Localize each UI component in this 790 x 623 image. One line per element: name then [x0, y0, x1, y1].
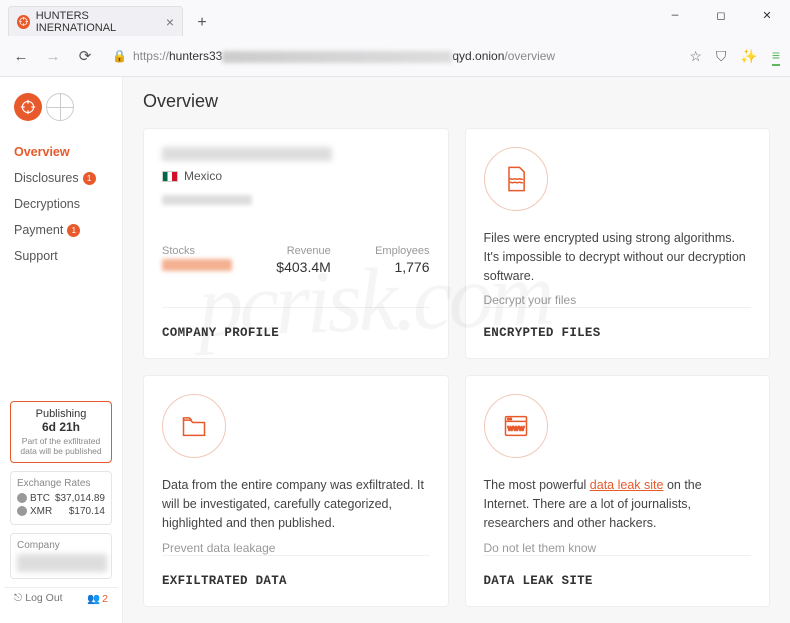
new-tab-button[interactable]: + [189, 10, 215, 36]
logo-row [0, 87, 122, 139]
folder-icon [162, 394, 226, 458]
maximize-button[interactable]: ◻ [698, 0, 744, 32]
exfiltrated-sub: Prevent data leakage [162, 541, 430, 555]
stat-revenue: Revenue $403.4M [276, 245, 330, 275]
company-stats: Stocks Revenue $403.4M Employees 1,776 [162, 245, 430, 275]
url-end: qyd.onion [452, 49, 504, 63]
encrypted-text: Files were encrypted using strong algori… [484, 229, 752, 285]
back-button[interactable]: ← [10, 45, 32, 67]
page-title: Overview [143, 91, 770, 112]
user-count: 👥2 [87, 592, 108, 605]
url-path: /overview [504, 49, 555, 63]
logout-button[interactable]: ⎋ Log Out [14, 592, 63, 605]
rate-row-xmr: XMR$170.14 [17, 505, 105, 518]
url-host: hunters33 [169, 49, 222, 63]
card-footer-encrypted: ENCRYPTED FILES [484, 307, 752, 340]
sparkle-icon[interactable]: ✨ [740, 48, 757, 65]
toolbar: ← → ⟳ 🔒 https://hunters33 qyd.onion/overv… [0, 36, 790, 76]
leak-text: The most powerful data leak site on the … [484, 476, 752, 532]
publishing-desc: Part of the exfiltrated data will be pub… [15, 436, 107, 456]
data-leak-link[interactable]: data leak site [590, 478, 664, 492]
tab-close-icon[interactable]: × [166, 14, 174, 30]
payment-badge: 1 [67, 224, 80, 237]
company-box: Company [10, 533, 112, 579]
publishing-title: Publishing [15, 408, 107, 420]
lock-icon: 🔒 [112, 49, 127, 63]
url-redacted [222, 51, 452, 63]
encrypted-sub: Decrypt your files [484, 293, 752, 307]
sidebar-footer: ⎋ Log Out 👥2 [4, 587, 118, 609]
tab-favicon-icon [17, 15, 30, 29]
card-encrypted-files: Files were encrypted using strong algori… [465, 128, 771, 359]
exchange-rates-box: Exchange Rates BTC$37,014.89 XMR$170.14 [10, 471, 112, 525]
minimize-button[interactable]: — [652, 0, 698, 32]
flag-mexico-icon [162, 171, 178, 182]
stat-employees: Employees 1,776 [375, 245, 429, 275]
company-label: Company [17, 540, 105, 551]
card-footer-profile: COMPANY PROFILE [162, 307, 430, 340]
sidebar-item-decryptions[interactable]: Decryptions [0, 191, 122, 217]
sidebar-item-payment[interactable]: Payment1 [0, 217, 122, 243]
close-button[interactable]: ✕ [744, 0, 790, 32]
card-data-leak-site: WWW The most powerful data leak site on … [465, 375, 771, 606]
xmr-icon [17, 506, 27, 516]
shield-icon[interactable]: ⛉ [716, 48, 727, 65]
tab-bar: HUNTERS INERNATIONAL × + — ◻ ✕ [0, 0, 790, 36]
stocks-redacted [162, 259, 232, 271]
toolbar-actions: ☆ ⛉ ✨ ≡ [689, 47, 780, 66]
crosshair-logo-icon [14, 93, 42, 121]
sidebar: Overview Disclosures1 Decryptions Paymen… [0, 77, 123, 623]
country-name: Mexico [184, 169, 222, 183]
disclosures-badge: 1 [83, 172, 96, 185]
svg-text:WWW: WWW [507, 427, 524, 433]
encrypted-file-icon [484, 147, 548, 211]
rate-row-btc: BTC$37,014.89 [17, 492, 105, 505]
forward-button[interactable]: → [42, 45, 64, 67]
sidebar-bottom: Publishing 6d 21h Part of the exfiltrate… [0, 397, 122, 613]
main-content: Overview Mexico Stocks Revenue $ [123, 77, 790, 623]
company-url-redacted [162, 195, 252, 205]
window-controls: — ◻ ✕ [652, 0, 790, 32]
card-exfiltrated-data: Data from the entire company was exfiltr… [143, 375, 449, 606]
btc-icon [17, 493, 27, 503]
bookmark-icon[interactable]: ☆ [689, 48, 702, 65]
browser-tab[interactable]: HUNTERS INERNATIONAL × [8, 6, 183, 36]
users-icon: 👥 [87, 592, 100, 605]
card-footer-exfiltrated: EXFILTRATED DATA [162, 555, 430, 588]
company-redacted [17, 554, 107, 572]
leak-sub: Do not let them know [484, 541, 752, 555]
url-protocol: https:// [133, 49, 169, 63]
app-body: Overview Disclosures1 Decryptions Paymen… [0, 77, 790, 623]
publishing-countdown: 6d 21h [15, 420, 107, 434]
card-company-profile: Mexico Stocks Revenue $403.4M Employees … [143, 128, 449, 359]
reload-button[interactable]: ⟳ [74, 45, 96, 67]
browser-chrome: HUNTERS INERNATIONAL × + — ◻ ✕ ← → ⟳ 🔒 h… [0, 0, 790, 77]
tab-title: HUNTERS INERNATIONAL [36, 10, 160, 34]
exchange-rates-title: Exchange Rates [17, 478, 105, 489]
sidebar-item-disclosures[interactable]: Disclosures1 [0, 165, 122, 191]
company-name-redacted [162, 147, 332, 161]
exfiltrated-text: Data from the entire company was exfiltr… [162, 476, 430, 532]
sidebar-item-overview[interactable]: Overview [0, 139, 122, 165]
country-row: Mexico [162, 169, 430, 183]
browser-www-icon: WWW [484, 394, 548, 458]
card-grid: Mexico Stocks Revenue $403.4M Employees … [143, 128, 770, 623]
publishing-box: Publishing 6d 21h Part of the exfiltrate… [10, 401, 112, 463]
globe-icon [46, 93, 74, 121]
card-footer-leak: DATA LEAK SITE [484, 555, 752, 588]
menu-icon[interactable]: ≡ [772, 47, 780, 66]
sidebar-item-support[interactable]: Support [0, 243, 122, 269]
stat-stocks: Stocks [162, 245, 232, 275]
url-bar[interactable]: 🔒 https://hunters33 qyd.onion/overview [106, 42, 679, 70]
